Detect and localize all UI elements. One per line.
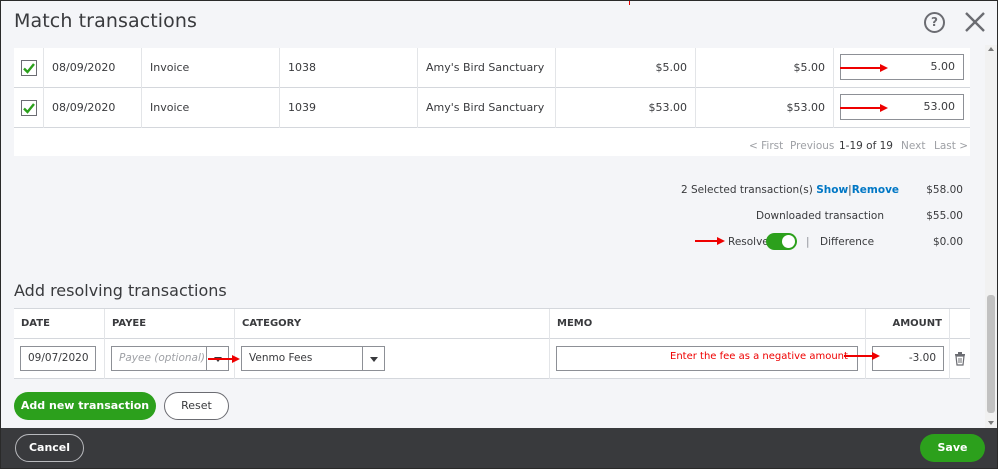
close-icon[interactable] <box>963 9 987 35</box>
pager-count: 1-19 of 19 <box>839 140 893 152</box>
save-button[interactable]: Save <box>920 434 985 462</box>
dialog-footer: Cancel Save <box>1 428 997 468</box>
difference-separator: | <box>806 236 810 248</box>
checkbox-checked-icon <box>23 63 35 74</box>
row-date: 08/09/2020 <box>43 48 123 88</box>
col-actions <box>949 309 970 339</box>
red-arrow-annotation <box>840 64 888 72</box>
payee-placeholder: Payee (optional) <box>119 352 205 364</box>
help-icon[interactable]: ? <box>924 12 945 33</box>
resolving-transactions-table: DATE PAYEE CATEGORY MEMO AMOUNT 09/07/20… <box>14 308 970 379</box>
row-checkbox[interactable] <box>21 100 37 116</box>
cancel-button[interactable]: Cancel <box>15 434 84 462</box>
selected-label: 2 Selected transaction(s) <box>681 184 813 196</box>
col-date: DATE <box>21 318 50 329</box>
resolving-section-title: Add resolving transactions <box>14 281 227 300</box>
date-input[interactable]: 09/07/2020 <box>20 346 96 371</box>
downloaded-label: Downloaded transaction <box>756 210 884 222</box>
match-transactions-dialog: Match transactions ? 08/09/2020 Invoice … <box>0 0 998 469</box>
table-row: 08/09/2020 Invoice 1039 Amy's Bird Sanct… <box>14 88 970 128</box>
row-original-amount: $5.00 <box>555 48 695 88</box>
resolving-table-header: DATE PAYEE CATEGORY MEMO AMOUNT <box>14 309 970 339</box>
annotation-note: Enter the fee as a negative amount <box>670 351 848 362</box>
row-open-balance: $5.00 <box>695 48 833 88</box>
toggle-knob <box>782 235 795 248</box>
pager-previous[interactable]: Previous <box>790 140 834 152</box>
resolve-toggle[interactable] <box>766 233 797 250</box>
row-type: Invoice <box>141 88 197 128</box>
checkbox-checked-icon <box>23 103 35 114</box>
col-amount: AMOUNT <box>865 309 949 339</box>
row-name: Amy's Bird Sanctuary <box>417 88 552 128</box>
pagination: < First Previous 1-19 of 19 Next Last > <box>14 134 970 156</box>
pager-last[interactable]: Last > <box>934 140 968 152</box>
pager-first[interactable]: < First <box>749 140 783 152</box>
reset-button[interactable]: Reset <box>164 392 229 420</box>
row-date: 08/09/2020 <box>43 88 123 128</box>
resolve-label: Resolve <box>728 236 769 248</box>
scroll-down-icon[interactable] <box>988 421 994 425</box>
red-mark <box>629 1 630 5</box>
cell-date: 09/07/2020 <box>14 339 104 379</box>
remove-link[interactable]: Remove <box>852 184 899 196</box>
row-type: Invoice <box>141 48 197 88</box>
pager-next[interactable]: Next <box>901 140 925 152</box>
row-checkbox[interactable] <box>21 60 37 76</box>
selected-summary: 2 Selected transaction(s) Show|Remove <box>681 184 899 196</box>
downloaded-amount: $55.00 <box>926 210 963 222</box>
dropdown-arrow-icon[interactable] <box>362 347 384 370</box>
row-original-amount: $53.00 <box>555 88 695 128</box>
category-input[interactable]: Venmo Fees <box>241 346 385 371</box>
category-value: Venmo Fees <box>249 352 313 364</box>
trash-icon[interactable] <box>954 352 966 366</box>
red-arrow-annotation <box>208 355 240 363</box>
difference-amount: $0.00 <box>932 236 963 248</box>
table-row: 08/09/2020 Invoice 1038 Amy's Bird Sanct… <box>14 48 970 88</box>
add-new-transaction-button[interactable]: Add new transaction <box>14 392 156 420</box>
scroll-up-icon[interactable] <box>988 47 994 51</box>
row-open-balance: $53.00 <box>695 88 833 128</box>
selected-amount: $58.00 <box>926 184 963 196</box>
red-arrow-annotation <box>840 104 888 112</box>
dialog-title: Match transactions <box>14 10 198 32</box>
show-link[interactable]: Show <box>816 184 848 196</box>
cell-category: Venmo Fees <box>234 339 549 379</box>
red-arrow-annotation <box>844 352 880 360</box>
difference-label: Difference <box>820 236 875 248</box>
col-memo: MEMO <box>549 309 865 339</box>
col-category: CATEGORY <box>234 309 549 339</box>
row-ref: 1038 <box>279 48 324 88</box>
row-name: Amy's Bird Sanctuary <box>417 48 552 88</box>
row-ref: 1039 <box>279 88 324 128</box>
col-payee: PAYEE <box>104 309 234 339</box>
amount-input[interactable]: -3.00 <box>872 346 944 371</box>
dialog-header: Match transactions ? <box>1 1 997 45</box>
scrollbar[interactable] <box>985 45 997 428</box>
matched-transactions-table: 08/09/2020 Invoice 1038 Amy's Bird Sanct… <box>14 48 970 156</box>
cell-actions <box>949 339 970 379</box>
scroll-thumb[interactable] <box>987 295 995 413</box>
red-arrow-annotation <box>695 237 725 245</box>
